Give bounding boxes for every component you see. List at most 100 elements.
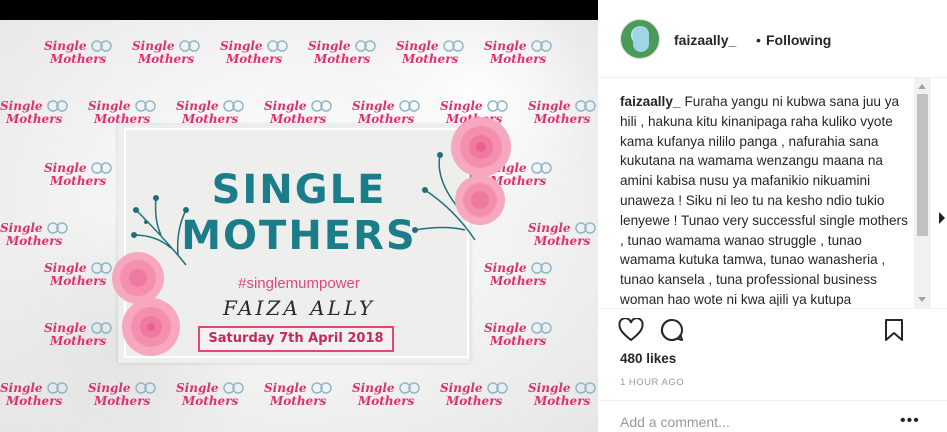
logo-word1: Single (484, 261, 527, 275)
single-mothers-logo: SingleMothers (176, 98, 248, 128)
logo-word1: Single (176, 99, 219, 113)
more-options-icon[interactable]: ••• (900, 412, 920, 430)
logo-word2: Mothers (358, 394, 415, 408)
logo-word1: Single (44, 39, 87, 53)
single-mothers-logo: SingleMothers (88, 380, 160, 410)
single-mothers-logo: SingleMothers (352, 380, 424, 410)
post-header: faizaally_ • Following (598, 0, 947, 78)
actions-divider (598, 308, 947, 309)
heart-icon[interactable] (618, 318, 644, 342)
logo-word2: Mothers (270, 112, 327, 126)
logo-mark-icon (179, 40, 200, 52)
logo-word2: Mothers (94, 394, 151, 408)
scroll-up-arrow-icon[interactable] (918, 84, 926, 89)
bookmark-icon[interactable] (884, 318, 904, 342)
logo-mark-icon (223, 382, 244, 394)
logo-mark-icon (47, 382, 68, 394)
logo-word1: Single (44, 261, 87, 275)
single-mothers-logo: SingleMothers (0, 98, 72, 128)
single-mothers-logo: SingleMothers (264, 98, 336, 128)
single-mothers-logo: SingleMothers (220, 38, 292, 68)
scroll-down-arrow-icon[interactable] (918, 297, 926, 302)
logo-word1: Single (352, 381, 395, 395)
single-mothers-logo: SingleMothers (0, 380, 72, 410)
top-black-strip (0, 0, 598, 20)
logo-word1: Single (308, 39, 351, 53)
logo-word2: Mothers (534, 112, 591, 126)
scrollbar-thumb[interactable] (917, 94, 928, 236)
logo-word1: Single (440, 99, 483, 113)
logo-mark-icon (575, 100, 596, 112)
logo-mark-icon (91, 40, 112, 52)
logo-word2: Mothers (6, 112, 63, 126)
single-mothers-logo: SingleMothers (132, 38, 204, 68)
single-mothers-logo: SingleMothers (484, 38, 556, 68)
logo-mark-icon (399, 100, 420, 112)
logo-word2: Mothers (402, 52, 459, 66)
logo-mark-icon (531, 262, 552, 274)
logo-mark-icon (531, 40, 552, 52)
logo-mark-icon (91, 322, 112, 334)
image-hashtag: #singlemumpower (238, 275, 360, 292)
single-mothers-logo: SingleMothers (528, 380, 598, 410)
logo-word1: Single (264, 381, 307, 395)
single-mothers-logo: SingleMothers (352, 98, 424, 128)
logo-word2: Mothers (226, 52, 283, 66)
caption-username[interactable]: faizaally_ (620, 94, 680, 109)
logo-word1: Single (132, 39, 175, 53)
logo-word1: Single (396, 39, 439, 53)
image-title-line1: SINGLE (211, 167, 387, 213)
logo-word1: Single (484, 39, 527, 53)
logo-mark-icon (531, 322, 552, 334)
comment-icon[interactable] (660, 318, 684, 342)
caption-scrollbar[interactable] (914, 78, 931, 308)
likes-count[interactable]: 480 likes (620, 351, 676, 366)
single-mothers-logo: SingleMothers (528, 98, 598, 128)
single-mothers-logo: SingleMothers (44, 320, 116, 350)
logo-mark-icon (487, 382, 508, 394)
logo-word2: Mothers (182, 112, 239, 126)
logo-word2: Mothers (50, 52, 107, 66)
header-separator: • (756, 32, 761, 48)
caption-container: faizaally_ Furaha yangu ni kubwa sana juu… (620, 92, 910, 306)
logo-word2: Mothers (358, 112, 415, 126)
single-mothers-logo: SingleMothers (264, 380, 336, 410)
image-name: FAIZA ALLY (222, 296, 376, 320)
logo-word1: Single (528, 381, 571, 395)
logo-word2: Mothers (534, 394, 591, 408)
single-mothers-logo: SingleMothers (484, 320, 556, 350)
logo-word1: Single (44, 321, 87, 335)
comment-input[interactable] (620, 414, 890, 430)
logo-mark-icon (575, 382, 596, 394)
logo-word1: Single (528, 99, 571, 113)
header-username[interactable]: faizaally_ (674, 32, 736, 48)
logo-word2: Mothers (270, 394, 327, 408)
caption: faizaally_ Furaha yangu ni kubwa sana juu… (620, 92, 910, 306)
avatar[interactable] (620, 19, 660, 59)
single-mothers-logo: SingleMothers (396, 38, 468, 68)
logo-word1: Single (88, 381, 131, 395)
logo-word1: Single (0, 99, 43, 113)
logo-mark-icon (355, 40, 376, 52)
logo-word2: Mothers (50, 334, 107, 348)
logo-word1: Single (176, 381, 219, 395)
logo-mark-icon (267, 40, 288, 52)
single-mothers-logo: SingleMothers (88, 98, 160, 128)
next-post-arrow-icon[interactable] (939, 212, 945, 224)
logo-word1: Single (220, 39, 263, 53)
logo-mark-icon (443, 40, 464, 52)
single-mothers-logo: SingleMothers (440, 380, 512, 410)
single-mothers-logo: SingleMothers (308, 38, 380, 68)
logo-word1: Single (352, 99, 395, 113)
logo-word1: Single (0, 381, 43, 395)
logo-mark-icon (311, 382, 332, 394)
logo-word1: Single (484, 321, 527, 335)
logo-mark-icon (135, 100, 156, 112)
logo-word2: Mothers (138, 52, 195, 66)
following-button[interactable]: Following (766, 32, 831, 48)
logo-word1: Single (88, 99, 131, 113)
post-timestamp[interactable]: 1 HOUR AGO (620, 377, 684, 388)
logo-mark-icon (399, 382, 420, 394)
single-mothers-logo: SingleMothers (44, 38, 116, 68)
logo-word2: Mothers (6, 394, 63, 408)
